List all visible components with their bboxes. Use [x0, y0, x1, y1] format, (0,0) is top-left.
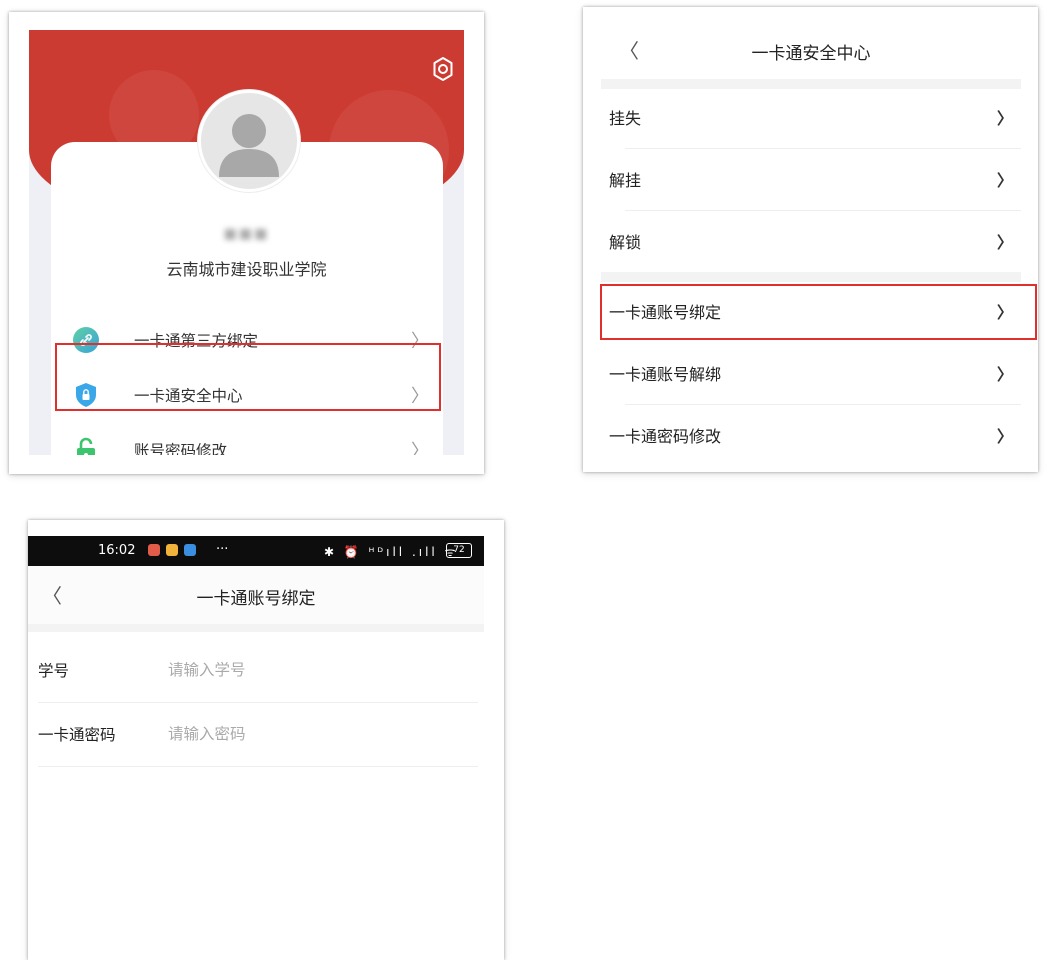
account-binding-screenshot: 16:02 ··· ✱ ⏰ ᴴᴰıll .ıll ᯤ 72 〈 一卡通账号绑定 … [28, 520, 504, 960]
chevron-right-icon: 〉 [411, 441, 429, 455]
student-id-field: 学号 [38, 638, 478, 702]
menu-item-password-change[interactable]: 账号密码修改 〉 [73, 428, 433, 455]
list-item-label: 一卡通账号解绑 [609, 365, 722, 384]
avatar[interactable] [198, 90, 300, 192]
list-item-label: 挂失 [609, 109, 642, 128]
profile-screenshot: ■■■ 云南城市建设职业学院 一卡通第三方绑定 〉 一卡通安全中心 〉 账号密码… [9, 12, 484, 474]
system-status-icons: ✱ ⏰ ᴴᴰıll .ıll ᯤ [324, 545, 459, 559]
list-item-account-unbinding[interactable]: 一卡通账号解绑 〉 [601, 343, 1021, 403]
gear-icon[interactable] [430, 56, 456, 82]
padlock-icon [73, 437, 99, 455]
more-notifications-icon: ··· [216, 542, 229, 557]
list-item-report-loss[interactable]: 挂失 〉 [601, 87, 1021, 147]
user-silhouette-icon [219, 114, 279, 177]
chevron-right-icon: 〉 [996, 171, 1013, 190]
chevron-right-icon: 〉 [996, 427, 1013, 446]
school-name: 云南城市建设职业学院 [166, 260, 327, 279]
chevron-right-icon: 〉 [996, 109, 1013, 128]
username: ■■■ [223, 226, 270, 242]
list-item-password-change[interactable]: 一卡通密码修改 〉 [601, 405, 1021, 465]
list-item-unlock[interactable]: 解锁 〉 [601, 211, 1021, 271]
highlight-box [600, 284, 1037, 340]
binding-nav-bar: 〈 一卡通账号绑定 [28, 566, 484, 624]
chevron-right-icon: 〉 [996, 233, 1013, 252]
list-item-cancel-loss[interactable]: 解挂 〉 [601, 149, 1021, 209]
card-password-field: 一卡通密码 [38, 702, 478, 766]
security-nav-bar: 〈 一卡通安全中心 [601, 7, 1021, 77]
list-item-label: 解挂 [609, 171, 642, 190]
highlight-box [55, 343, 441, 411]
page-title: 一卡通安全中心 [751, 44, 871, 64]
divider [38, 766, 478, 767]
field-label: 学号 [38, 662, 70, 680]
security-center-screenshot: 〈 一卡通安全中心 挂失 〉 解挂 〉 解锁 〉 一卡通账号绑定 〉 一卡通账号… [583, 7, 1038, 472]
app-notification-icon [166, 544, 178, 556]
chevron-right-icon: 〉 [996, 365, 1013, 384]
app-notification-icon [184, 544, 196, 556]
status-time: 16:02 [98, 543, 136, 558]
page-title: 一卡通账号绑定 [196, 589, 316, 609]
card-password-input[interactable] [168, 725, 428, 743]
list-item-label: 一卡通密码修改 [609, 427, 722, 446]
menu-item-label: 账号密码修改 [134, 442, 228, 455]
field-label: 一卡通密码 [38, 726, 116, 744]
list-item-label: 解锁 [609, 233, 642, 252]
section-gap [28, 624, 484, 632]
battery-icon: 72 [446, 543, 472, 558]
status-bar: 16:02 ··· ✱ ⏰ ᴴᴰıll .ıll ᯤ 72 [28, 536, 484, 566]
app-notification-icon [148, 544, 160, 556]
student-id-input[interactable] [168, 661, 428, 679]
